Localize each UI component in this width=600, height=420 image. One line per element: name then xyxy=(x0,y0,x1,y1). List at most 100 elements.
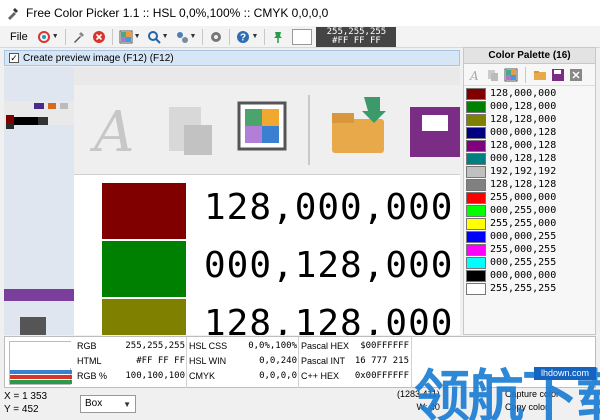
info-row: RGB % 100,100,100 xyxy=(77,369,185,384)
palette-item[interactable]: 000,128,128 xyxy=(466,152,593,165)
palette-item[interactable]: 000,000,255 xyxy=(466,230,593,243)
tools-button[interactable]: ▼ xyxy=(172,28,200,46)
palette-value: 128,000,128 xyxy=(490,140,557,151)
help-button[interactable]: ? ▼ xyxy=(233,28,261,46)
palette-swatch xyxy=(466,139,486,152)
copy-icon[interactable] xyxy=(486,68,500,82)
info-key: CMYK xyxy=(189,371,216,381)
chevron-down-icon: ▼ xyxy=(133,33,141,40)
palette-list: 128,000,000 000,128,000 128,128,000 000,000… xyxy=(464,86,595,296)
file-menu[interactable]: File xyxy=(4,28,34,46)
palette-item[interactable]: 000,000,128 xyxy=(466,126,593,139)
preview-stage: A 128,000,000 000,128,000 128,128,000 xyxy=(4,67,460,335)
palette-item[interactable]: 192,192,192 xyxy=(466,165,593,178)
info-value[interactable]: 16 777 215 xyxy=(355,354,409,369)
palette-swatch xyxy=(466,87,486,100)
palette-value: 000,128,000 xyxy=(490,101,557,112)
info-value[interactable]: 100,100,100 xyxy=(125,369,185,384)
palette-value: 255,000,255 xyxy=(490,244,557,255)
palette-item[interactable]: 255,255,255 xyxy=(466,282,593,295)
zoomed-toolbar-graphic: A xyxy=(89,95,460,165)
toolbar-divider xyxy=(264,28,266,45)
info-key: HSL CSS xyxy=(189,341,228,351)
palette-button[interactable]: ▼ xyxy=(116,28,144,46)
preview-bar: ✓ Create preview image (F12) (F12) xyxy=(4,50,460,66)
chevron-down-icon: ▼ xyxy=(189,33,197,40)
svg-text:A: A xyxy=(89,100,134,165)
color-preview-swatch xyxy=(9,341,72,385)
zoom-color-value: 128,128,000 xyxy=(204,303,454,335)
palette-item[interactable]: 128,000,128 xyxy=(466,139,593,152)
tools-icon xyxy=(176,31,188,43)
palette-icon[interactable] xyxy=(504,68,518,82)
palette-swatch xyxy=(466,152,486,165)
zoom-color-value: 000,128,000 xyxy=(204,245,454,286)
chevron-down-icon: ▼ xyxy=(51,33,59,40)
info-column-hsl: HSL CSS 0,0%,100% HSL WIN 0,0,240 CMYK 0,0,0,… xyxy=(189,339,297,384)
palette-item[interactable]: 255,000,255 xyxy=(466,243,593,256)
close-icon xyxy=(92,30,105,43)
delete-icon[interactable] xyxy=(569,68,583,82)
color-brush-button[interactable]: ▼ xyxy=(34,28,62,46)
info-row: CMYK 0,0,0,0 xyxy=(189,369,297,384)
svg-text:A: A xyxy=(469,69,479,82)
eyedropper-button[interactable] xyxy=(69,28,89,46)
info-value[interactable]: 0x00FFFFFF xyxy=(355,369,409,384)
palette-item[interactable]: 255,000,000 xyxy=(466,191,593,204)
palette-item[interactable]: 000,255,255 xyxy=(466,256,593,269)
palette-swatch xyxy=(466,165,486,178)
save-icon[interactable] xyxy=(551,68,565,82)
pin-icon xyxy=(274,31,283,43)
info-divider xyxy=(411,337,412,389)
info-row: Pascal INT 16 777 215 xyxy=(301,354,409,369)
palette-swatch xyxy=(466,282,486,295)
close-button[interactable] xyxy=(89,28,109,46)
info-key: C++ HEX xyxy=(301,371,340,381)
palette-item[interactable]: 128,128,000 xyxy=(466,113,593,126)
palette-item[interactable]: 128,000,000 xyxy=(466,87,593,100)
chevron-down-icon: ▼ xyxy=(123,400,131,409)
info-value[interactable]: 255,255,255 xyxy=(125,339,185,354)
info-row: HSL WIN 0,0,240 xyxy=(189,354,297,369)
info-value[interactable]: $00FFFFFF xyxy=(360,339,409,354)
sample-mode-select[interactable]: Box ▼ xyxy=(80,395,136,413)
info-value[interactable]: 0,0,240 xyxy=(259,354,297,369)
zoom-color-value: 128,000,000 xyxy=(204,187,454,228)
info-key: Pascal INT xyxy=(301,356,346,366)
readout-hex: #FF FF FF xyxy=(332,35,381,46)
text-format-icon[interactable]: A xyxy=(468,68,482,82)
palette-toolbar-divider xyxy=(525,66,526,83)
zoom-preview: A 128,000,000 000,128,000 128,128,000 xyxy=(74,67,460,335)
color-brush-icon xyxy=(37,30,50,43)
info-divider xyxy=(186,337,187,389)
info-row: Pascal HEX $00FFFFFF xyxy=(301,339,409,354)
palette-item[interactable]: 000,000,000 xyxy=(466,269,593,282)
info-row: HSL CSS 0,0%,100% xyxy=(189,339,297,354)
info-key: RGB xyxy=(77,341,97,351)
palette-swatch xyxy=(466,126,486,139)
palette-value: 000,255,000 xyxy=(490,205,557,216)
palette-swatch xyxy=(466,178,486,191)
palette-item[interactable]: 255,255,000 xyxy=(466,217,593,230)
zoom-button[interactable]: ▼ xyxy=(144,28,172,46)
palette-item[interactable]: 000,255,000 xyxy=(466,204,593,217)
info-value[interactable]: 0,0%,100% xyxy=(248,339,297,354)
palette-item[interactable]: 000,128,000 xyxy=(466,100,593,113)
toolbar-divider xyxy=(111,28,113,45)
current-color-swatch xyxy=(292,28,313,45)
palette-item[interactable]: 128,128,128 xyxy=(466,178,593,191)
info-value[interactable]: #FF FF FF xyxy=(136,354,185,369)
eyedropper-icon xyxy=(73,31,84,43)
info-column-code: Pascal HEX $00FFFFFF Pascal INT 16 777 215 C… xyxy=(301,339,409,384)
preview-checkbox[interactable]: ✓ xyxy=(9,53,19,63)
cursor-x: X = 1 353 xyxy=(4,391,48,402)
info-value[interactable]: 0,0,0,0 xyxy=(259,369,297,384)
color-readout: 255,255,255 #FF FF FF xyxy=(316,26,397,47)
toolbar-divider xyxy=(202,28,204,45)
open-folder-icon[interactable] xyxy=(533,68,547,82)
info-key: HTML xyxy=(77,356,102,366)
pin-button[interactable] xyxy=(268,28,288,46)
settings-button[interactable] xyxy=(206,28,226,46)
preview-checkbox-label[interactable]: Create preview image (F12) (F12) xyxy=(23,53,174,64)
palette-swatch xyxy=(466,230,486,243)
